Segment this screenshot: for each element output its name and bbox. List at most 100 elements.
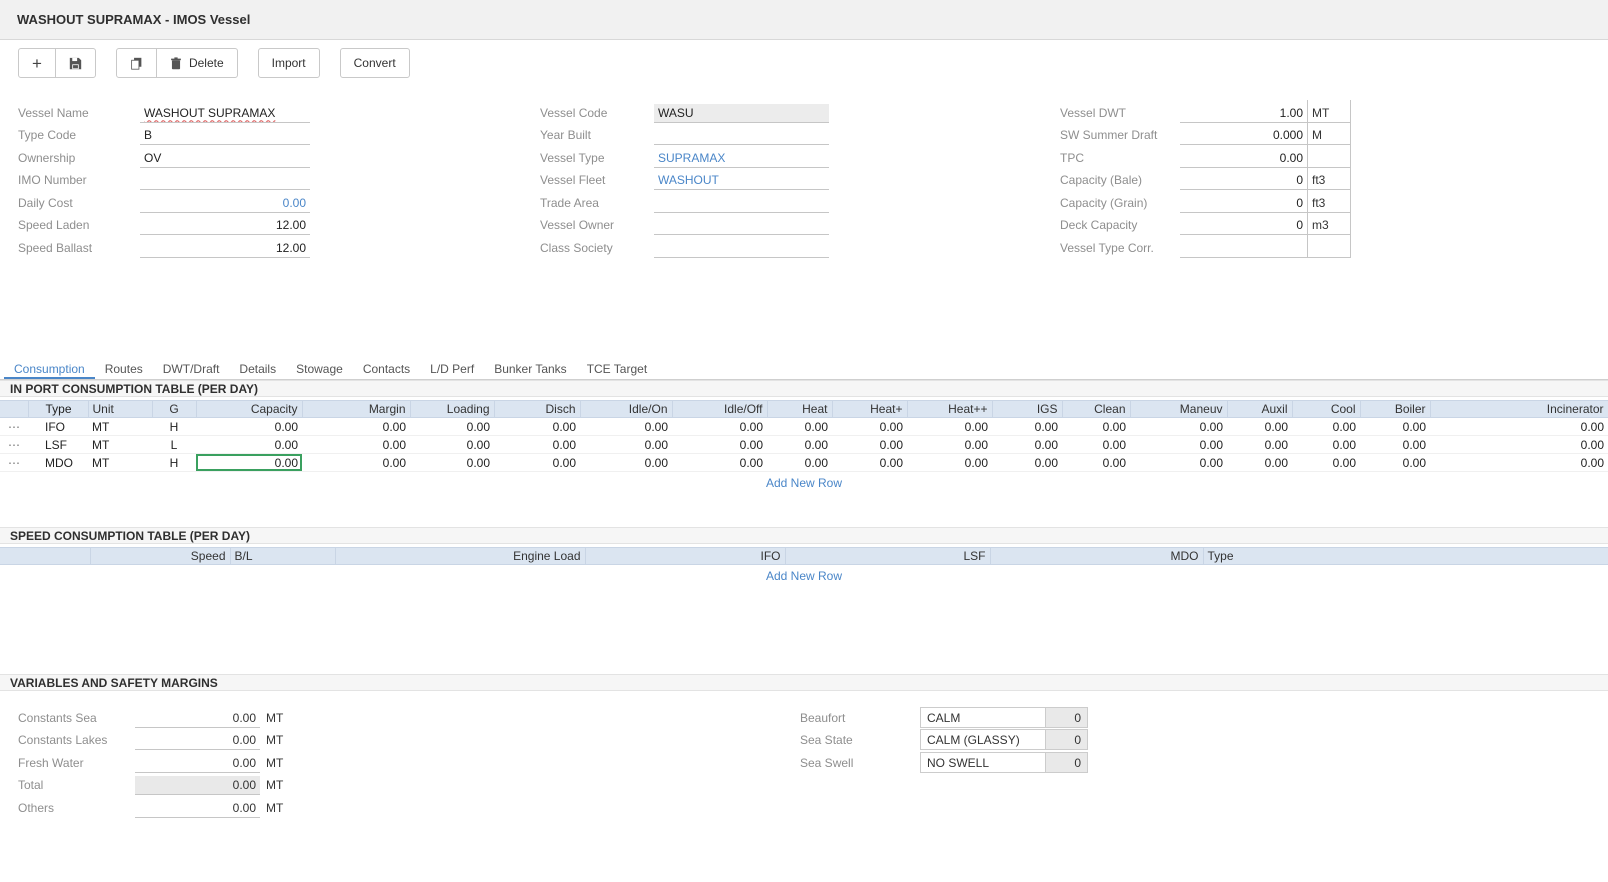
cell-g[interactable]: H xyxy=(152,454,196,472)
field-vessel-owner[interactable] xyxy=(654,216,829,235)
field-vessel-type[interactable]: SUPRAMAX xyxy=(654,149,829,168)
field-vessel-dwt[interactable]: 1.00 xyxy=(1180,104,1307,123)
cell-heat[interactable]: 0.00 xyxy=(767,436,832,454)
cell-disch[interactable]: 0.00 xyxy=(494,436,580,454)
field-constants-lakes[interactable]: 0.00 xyxy=(135,731,260,750)
cell-cool[interactable]: 0.00 xyxy=(1292,454,1360,472)
cell-maneuv[interactable]: 0.00 xyxy=(1130,418,1227,436)
row-menu-icon[interactable]: ⋯ xyxy=(0,436,28,454)
tab-stowage[interactable]: Stowage xyxy=(286,358,353,379)
field-vessel-code[interactable]: WASU xyxy=(654,104,829,123)
cell-incinerator[interactable]: 0.00 xyxy=(1430,436,1608,454)
cell-heat[interactable]: 0.00 xyxy=(907,454,992,472)
cell-boiler[interactable]: 0.00 xyxy=(1360,418,1430,436)
cell-idle-on[interactable]: 0.00 xyxy=(580,454,672,472)
field-total[interactable]: 0.00 xyxy=(135,776,260,795)
cell-idle-on[interactable]: 0.00 xyxy=(580,436,672,454)
field-trade-area[interactable] xyxy=(654,194,829,213)
field-type-code[interactable]: B xyxy=(140,126,310,145)
field-vessel-type-corr[interactable] xyxy=(1180,239,1307,258)
cell-heat[interactable]: 0.00 xyxy=(832,436,907,454)
cell-margin[interactable]: 0.00 xyxy=(302,454,410,472)
field-speed-laden[interactable]: 12.00 xyxy=(140,216,310,235)
cell-capacity[interactable]: 0.00 xyxy=(196,418,302,436)
tab-contacts[interactable]: Contacts xyxy=(353,358,420,379)
cell-igs[interactable]: 0.00 xyxy=(992,454,1062,472)
cell-unit[interactable]: MT xyxy=(88,418,152,436)
field-ownership[interactable]: OV xyxy=(140,149,310,168)
cell-disch[interactable]: 0.00 xyxy=(494,454,580,472)
cell-clean[interactable]: 0.00 xyxy=(1062,454,1130,472)
cell-loading[interactable]: 0.00 xyxy=(410,436,494,454)
import-button[interactable]: Import xyxy=(258,48,320,78)
row-menu-icon[interactable]: ⋯ xyxy=(0,454,28,472)
cell-boiler[interactable]: 0.00 xyxy=(1360,436,1430,454)
tab-details[interactable]: Details xyxy=(229,358,286,379)
field-speed-ballast[interactable]: 12.00 xyxy=(140,239,310,258)
cell-auxil[interactable]: 0.00 xyxy=(1227,436,1292,454)
field-sea-swell[interactable]: NO SWELL xyxy=(920,752,1046,773)
cell-loading[interactable]: 0.00 xyxy=(410,418,494,436)
field-beaufort-number[interactable]: 0 xyxy=(1046,707,1088,728)
tab-routes[interactable]: Routes xyxy=(95,358,153,379)
cell-unit[interactable]: MT xyxy=(88,436,152,454)
cell-margin[interactable]: 0.00 xyxy=(302,436,410,454)
field-sea-state[interactable]: CALM (GLASSY) xyxy=(920,729,1046,750)
cell-boiler[interactable]: 0.00 xyxy=(1360,454,1430,472)
cell-clean[interactable]: 0.00 xyxy=(1062,436,1130,454)
tab-consumption[interactable]: Consumption xyxy=(4,358,95,379)
cell-igs[interactable]: 0.00 xyxy=(992,418,1062,436)
tab-bunker-tanks[interactable]: Bunker Tanks xyxy=(484,358,577,379)
cell-cool[interactable]: 0.00 xyxy=(1292,436,1360,454)
convert-button[interactable]: Convert xyxy=(340,48,410,78)
copy-button[interactable] xyxy=(116,48,157,78)
cell-unit[interactable]: MT xyxy=(88,454,152,472)
inport-add-new-row-link[interactable]: Add New Row xyxy=(0,472,1608,495)
delete-button[interactable]: Delete xyxy=(156,48,238,78)
field-sea-swell-number[interactable]: 0 xyxy=(1046,752,1088,773)
cell-g[interactable]: L xyxy=(152,436,196,454)
cell-idle-off[interactable]: 0.00 xyxy=(672,418,767,436)
tab-tce-target[interactable]: TCE Target xyxy=(577,358,657,379)
cell-idle-off[interactable]: 0.00 xyxy=(672,454,767,472)
field-vessel-name[interactable]: WASHOUT SUPRAMAX xyxy=(140,104,310,123)
field-year-built[interactable] xyxy=(654,126,829,145)
speed-add-new-row-link[interactable]: Add New Row xyxy=(0,565,1608,588)
field-capacity-grain[interactable]: 0 xyxy=(1180,194,1307,213)
field-imo-number[interactable] xyxy=(140,171,310,190)
field-capacity-bale[interactable]: 0 xyxy=(1180,171,1307,190)
field-sw-summer-draft[interactable]: 0.000 xyxy=(1180,126,1307,145)
cell-heat[interactable]: 0.00 xyxy=(767,454,832,472)
cell-g[interactable]: H xyxy=(152,418,196,436)
cell-heat[interactable]: 0.00 xyxy=(907,436,992,454)
cell-idle-off[interactable]: 0.00 xyxy=(672,436,767,454)
cell-auxil[interactable]: 0.00 xyxy=(1227,418,1292,436)
cell-idle-on[interactable]: 0.00 xyxy=(580,418,672,436)
cell-maneuv[interactable]: 0.00 xyxy=(1130,436,1227,454)
cell-heat[interactable]: 0.00 xyxy=(907,418,992,436)
cell-heat[interactable]: 0.00 xyxy=(832,418,907,436)
field-vessel-fleet[interactable]: WASHOUT xyxy=(654,171,829,190)
tab-l-d-perf[interactable]: L/D Perf xyxy=(420,358,484,379)
cell-incinerator[interactable]: 0.00 xyxy=(1430,454,1608,472)
field-others[interactable]: 0.00 xyxy=(135,799,260,818)
cell-incinerator[interactable]: 0.00 xyxy=(1430,418,1608,436)
cell-auxil[interactable]: 0.00 xyxy=(1227,454,1292,472)
cell-heat[interactable]: 0.00 xyxy=(767,418,832,436)
cell-cool[interactable]: 0.00 xyxy=(1292,418,1360,436)
cell-margin[interactable]: 0.00 xyxy=(302,418,410,436)
field-tpc[interactable]: 0.00 xyxy=(1180,149,1307,168)
cell-heat[interactable]: 0.00 xyxy=(832,454,907,472)
field-constants-sea[interactable]: 0.00 xyxy=(135,709,260,728)
new-button[interactable]: + xyxy=(18,48,56,78)
tab-dwt-draft[interactable]: DWT/Draft xyxy=(153,358,230,379)
field-beaufort[interactable]: CALM xyxy=(920,707,1046,728)
cell-igs[interactable]: 0.00 xyxy=(992,436,1062,454)
field-class-society[interactable] xyxy=(654,239,829,258)
cell-clean[interactable]: 0.00 xyxy=(1062,418,1130,436)
cell-type[interactable]: IFO xyxy=(28,418,88,436)
field-fresh-water[interactable]: 0.00 xyxy=(135,754,260,773)
field-daily-cost[interactable]: 0.00 xyxy=(140,194,310,213)
cell-loading[interactable]: 0.00 xyxy=(410,454,494,472)
cell-capacity[interactable]: 0.00 xyxy=(196,454,302,472)
